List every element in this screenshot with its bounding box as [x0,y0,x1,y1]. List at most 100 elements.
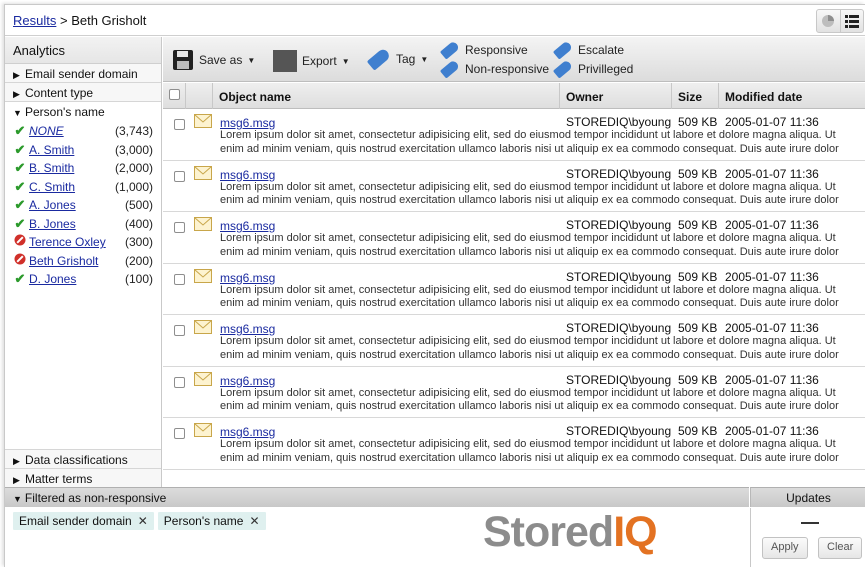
facet-data-classifications[interactable]: ▶ Data classifications [5,449,161,468]
table-header: Object name Owner Size Modified date [163,83,865,109]
check-icon: ✔ [14,178,26,194]
person-item[interactable]: ✔ D. Jones (100) [5,270,161,289]
filter-title: Filtered as non-responsive [24,491,167,505]
table-row[interactable]: msg6.msg STOREDIQ\byoung 509 KB 2005-01-… [163,418,865,470]
tag-icon [366,47,392,71]
table-row[interactable]: msg6.msg STOREDIQ\byoung 509 KB 2005-01-… [163,109,865,161]
facet-content-type[interactable]: ▶ Content type [5,83,161,102]
object-name-link[interactable]: msg6.msg [220,219,275,233]
non-responsive-tag-button[interactable]: Non-responsive [439,59,550,79]
row-checkbox[interactable] [174,325,185,336]
table-row[interactable]: msg6.msg STOREDIQ\byoung 509 KB 2005-01-… [163,160,865,212]
close-icon[interactable]: ✕ [138,514,148,528]
person-name[interactable]: B. Jones [29,217,76,231]
table-row[interactable]: msg6.msg STOREDIQ\byoung 509 KB 2005-01-… [163,263,865,315]
object-name-link[interactable]: msg6.msg [220,374,275,388]
chevron-down-icon: ▼ [247,55,256,65]
table-row[interactable]: msg6.msg STOREDIQ\byoung 509 KB 2005-01-… [163,366,865,418]
person-name[interactable]: Terence Oxley [29,235,106,249]
column-header-modified-date[interactable]: Modified date [718,83,865,109]
tag-button[interactable]: Tag ▼ [366,47,428,71]
responsive-tag-button[interactable]: Responsive [439,40,528,60]
breadcrumb-separator: > [59,13,68,28]
person-item[interactable]: ✔ A. Smith (3,000) [5,141,161,160]
breadcrumb-results-link[interactable]: Results [13,13,56,28]
envelope-icon [194,268,212,283]
person-item[interactable]: ✔ NONE (3,743) [5,122,161,141]
facet-matter-terms[interactable]: ▶ Matter terms [5,468,161,487]
snippet: Lorem ipsum dolor sit amet, consectetur … [220,387,865,414]
facet-persons-name[interactable]: ▼ Person's name [5,102,161,121]
person-name[interactable]: NONE [29,124,64,138]
snippet: Lorem ipsum dolor sit amet, consectetur … [220,438,865,465]
person-item[interactable]: ✔ B. Jones (400) [5,215,161,234]
person-name[interactable]: C. Smith [29,180,75,194]
facet-email-sender-domain[interactable]: ▶ Email sender domain [5,64,161,83]
person-count: (1,000) [114,179,153,194]
save-as-button[interactable]: Save as ▼ [173,50,255,70]
object-name-link[interactable]: msg6.msg [220,425,275,439]
updates-placeholder-dash [801,522,819,524]
snippet-line: Lorem ipsum dolor sit amet, consectetur … [220,283,836,296]
close-icon[interactable]: ✕ [249,514,259,528]
row-checkbox[interactable] [174,273,185,285]
table-row[interactable]: msg6.msg STOREDIQ\byoung 509 KB 2005-01-… [163,212,865,264]
collapse-triangle-icon: ▼ [13,494,22,504]
person-count: (300) [124,235,153,249]
select-all-cell [163,83,185,109]
expand-triangle-icon: ▶ [13,89,20,99]
person-name[interactable]: B. Smith [29,161,74,175]
row-checkbox[interactable] [174,428,185,439]
object-name-link[interactable]: msg6.msg [220,168,275,182]
table-row[interactable]: msg6.msg STOREDIQ\byoung 509 KB 2005-01-… [163,315,865,367]
date-cell: 2005-01-07 11:36 [725,218,819,232]
person-name[interactable]: A. Jones [29,198,76,212]
person-name[interactable]: A. Smith [29,143,74,157]
column-header-size[interactable]: Size [671,83,718,109]
person-count: (3,743) [114,124,153,138]
persons-list: ✔ NONE (3,743) ✔ A. Smith (3,000) ✔ B. S… [5,121,161,289]
export-label: Export [302,54,337,68]
row-checkbox[interactable] [174,222,185,233]
select-all-checkbox[interactable] [169,89,180,100]
column-header-owner[interactable]: Owner [559,83,671,109]
privilleged-tag-button[interactable]: Privilleged [552,59,633,79]
size-cell: 509 KB [678,424,718,438]
export-button[interactable]: Export ▼ [273,50,350,72]
row-checkbox[interactable] [174,376,185,388]
person-item[interactable]: ✔ B. Smith (2,000) [5,159,161,178]
filter-chip-label: Email sender domain [19,514,132,528]
chart-view-button[interactable] [817,10,840,32]
escalate-tag-button[interactable]: Escalate [552,40,624,60]
envelope-icon [194,371,212,386]
person-count: (200) [124,253,153,268]
object-name-link[interactable]: msg6.msg [220,322,275,336]
person-item[interactable]: Terence Oxley (300) [5,233,161,252]
snippet-line: enim ad minim veniam, quis nostrud exerc… [220,400,839,412]
row-checkbox[interactable] [174,170,185,182]
person-count: (2,000) [114,161,153,175]
list-view-button[interactable] [839,10,863,32]
snippet-line: Lorem ipsum dolor sit amet, consectetur … [220,180,836,193]
check-icon: ✔ [14,197,26,212]
storediq-logo: StoredIQ [483,508,658,557]
object-name-link[interactable]: msg6.msg [220,271,275,285]
person-item[interactable]: ✔ C. Smith (1,000) [5,178,161,197]
filter-bar[interactable]: ▼ Filtered as non-responsive [5,487,749,507]
envelope-icon [194,165,212,180]
person-item[interactable]: ✔ A. Jones (500) [5,196,161,215]
check-icon: ✔ [14,215,26,231]
person-name[interactable]: Beth Grisholt [29,254,98,268]
person-item[interactable]: Beth Grisholt (200) [5,252,161,271]
snippet-line: enim ad minim veniam, quis nostrud exerc… [220,142,839,155]
object-name-link[interactable]: msg6.msg [220,116,275,130]
floppy-disk-icon [173,50,193,70]
owner-cell: STOREDIQ\byoung [566,269,672,284]
person-name[interactable]: D. Jones [29,272,76,286]
clear-button[interactable]: Clear [818,537,863,559]
envelope-icon [194,423,212,437]
apply-button[interactable]: Apply [762,537,808,559]
row-checkbox[interactable] [174,119,185,130]
column-header-object-name[interactable]: Object name [212,83,559,109]
non-responsive-label: Non-responsive [465,62,550,76]
